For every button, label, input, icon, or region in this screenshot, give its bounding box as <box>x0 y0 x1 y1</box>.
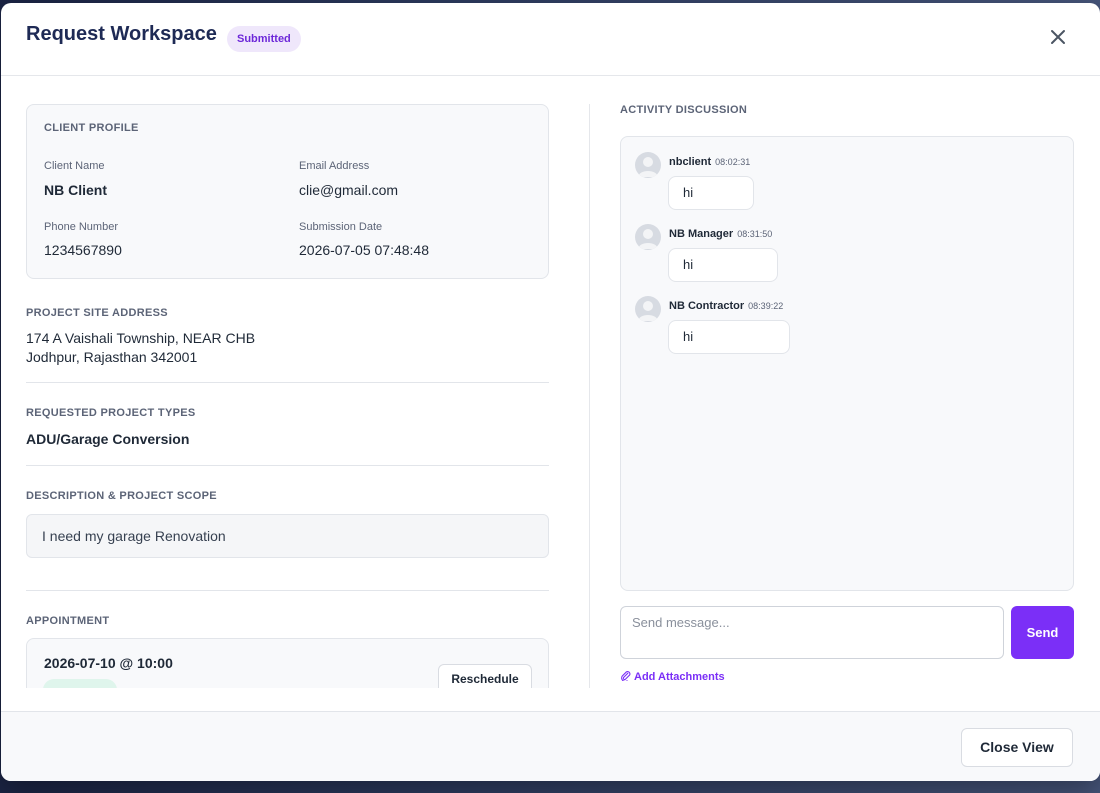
client-profile-label: CLIENT PROFILE <box>44 122 139 134</box>
project-types-label: REQUESTED PROJECT TYPES <box>26 407 196 419</box>
site-address-label: PROJECT SITE ADDRESS <box>26 307 168 319</box>
section-divider <box>26 465 549 466</box>
message-bubble: hi <box>668 320 790 354</box>
appointment-datetime: 2026-07-10 @ 10:00 <box>44 655 173 671</box>
avatar <box>635 224 661 250</box>
email-label: Email Address <box>299 160 370 172</box>
chat-message-list[interactable]: nbclient 08:02:31 hi NB Manager 08:31:50 h… <box>620 136 1074 591</box>
modal-header: Request Workspace Submitted <box>1 3 1100 76</box>
message-author: NB Contractor 08:39:22 <box>669 300 784 312</box>
appointment-label: APPOINTMENT <box>26 615 110 627</box>
site-address-line1: 174 A Vaishali Township, NEAR CHB <box>26 330 256 346</box>
message-bubble: hi <box>668 176 754 210</box>
avatar <box>635 152 661 178</box>
description-box: I need my garage Renovation <box>26 514 549 558</box>
chat-message: NB Manager 08:31:50 hi <box>635 224 1055 284</box>
message-author: NB Manager 08:31:50 <box>669 228 773 240</box>
submission-date-label: Submission Date <box>299 221 383 233</box>
message-time: 08:39:22 <box>748 301 784 311</box>
modal-body: CLIENT PROFILE Client Name NB Client Ema… <box>1 76 1100 688</box>
modal-footer: Close View <box>1 711 1100 781</box>
send-button[interactable]: Send <box>1011 606 1074 659</box>
add-attachments-link[interactable]: Add Attachments <box>620 670 725 683</box>
reschedule-button[interactable]: Reschedule <box>438 664 532 688</box>
paperclip-icon <box>621 671 631 682</box>
message-bubble: hi <box>668 248 778 282</box>
activity-pane: ACTIVITY DISCUSSION nbclient 08:02:31 hi … <box>620 76 1074 688</box>
pane-divider <box>589 104 590 688</box>
close-view-button[interactable]: Close View <box>961 728 1073 767</box>
client-profile-card: CLIENT PROFILE Client Name NB Client Ema… <box>26 104 549 279</box>
message-time: 08:02:31 <box>715 157 751 167</box>
close-icon[interactable] <box>1046 25 1070 49</box>
section-divider <box>26 590 549 591</box>
description-label: DESCRIPTION & PROJECT SCOPE <box>26 490 217 502</box>
activity-label: ACTIVITY DISCUSSION <box>620 104 748 116</box>
chat-message: nbclient 08:02:31 hi <box>635 152 1055 212</box>
modal-title: Request Workspace <box>26 23 217 45</box>
message-author: nbclient 08:02:31 <box>669 156 751 168</box>
project-types-value: ADU/Garage Conversion <box>26 431 190 447</box>
appointment-card: 2026-07-10 @ 10:00 Reschedule <box>26 638 549 688</box>
client-name-value: NB Client <box>44 182 107 198</box>
email-value: clie@gmail.com <box>299 182 399 198</box>
message-time: 08:31:50 <box>737 229 773 239</box>
chat-message: NB Contractor 08:39:22 hi <box>635 296 1055 356</box>
site-address-line2: Jodhpur, Rajasthan 342001 <box>26 349 198 365</box>
phone-label: Phone Number <box>44 221 118 233</box>
submission-date-value: 2026-07-05 07:48:48 <box>299 242 429 258</box>
client-name-label: Client Name <box>44 160 105 172</box>
avatar <box>635 296 661 322</box>
request-details-pane: CLIENT PROFILE Client Name NB Client Ema… <box>26 76 549 688</box>
request-workspace-modal: Request Workspace Submitted CLIENT PROFI… <box>1 3 1100 781</box>
status-badge: Submitted <box>227 26 301 52</box>
phone-value: 1234567890 <box>44 242 122 258</box>
section-divider <box>26 382 549 383</box>
message-input[interactable] <box>620 606 1004 659</box>
appointment-status-chip <box>43 679 117 688</box>
